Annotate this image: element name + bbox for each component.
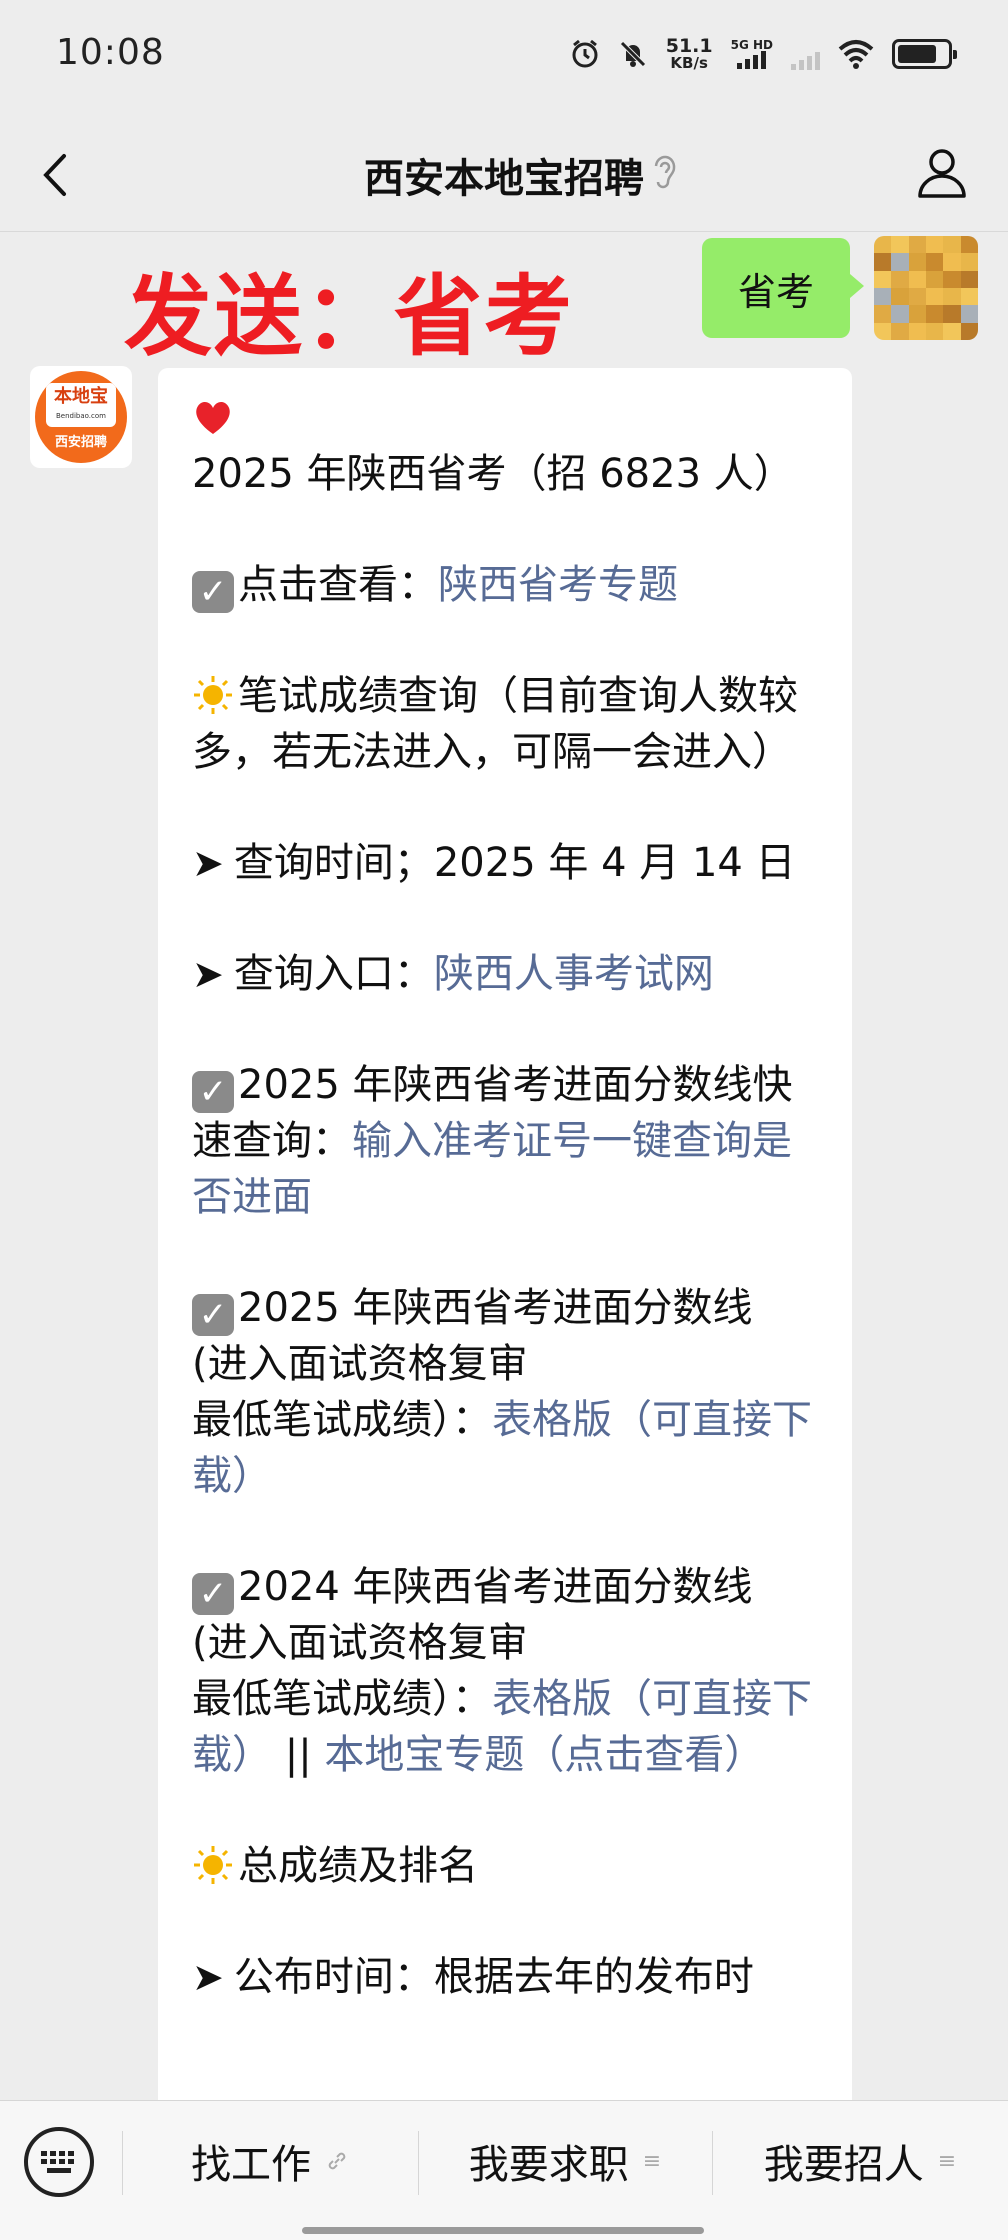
signal-bars-icon <box>737 51 767 69</box>
link-bendibao-topic[interactable]: 本地宝专题（点击查看） <box>324 1732 764 1778</box>
keyboard-toggle-button[interactable] <box>24 2127 94 2197</box>
status-time: 10:08 <box>56 32 165 73</box>
avatar-pixel <box>943 322 961 340</box>
checkbox-icon: ✓ <box>192 1071 234 1113</box>
avatar-pixel <box>926 270 944 288</box>
avatar-pixel <box>926 288 944 306</box>
menu-find-job[interactable]: 找工作 <box>122 2101 418 2221</box>
avatar-pixel <box>960 305 978 323</box>
message-para-2: ✓ 点击查看：陕西省考专题 <box>192 557 822 613</box>
chat-title: 西安本地宝招聘 <box>364 156 644 202</box>
avatar-pixel <box>908 270 926 288</box>
arrow-icon: ➤ <box>192 1955 224 1999</box>
sun-icon <box>194 1846 232 1884</box>
avatar-pixel <box>891 236 909 254</box>
battery-fill <box>898 45 937 63</box>
logo-text: 本地宝 <box>54 386 108 407</box>
signal-bars-secondary-icon <box>791 52 820 70</box>
menu-seek-job[interactable]: 我要求职 ≡ <box>418 2101 712 2221</box>
net-speed-unit: KB/s <box>670 54 708 72</box>
avatar-pixel <box>926 305 944 323</box>
avatar-pixel <box>943 288 961 306</box>
avatar-pixel <box>943 270 961 288</box>
received-message-bubble: 2025 年陕西省考（招 6823 人） ✓ 点击查看：陕西省考专题 笔试成绩查询… <box>158 368 852 2128</box>
avatar-pixel <box>943 253 961 271</box>
avatar-pixel <box>874 288 892 306</box>
red-heart-icon <box>196 402 230 434</box>
battery-icon <box>892 39 957 69</box>
menu-lines-icon: ≡ <box>937 2148 957 2174</box>
avatar-pixel <box>891 253 909 271</box>
avatar-pixel <box>960 322 978 340</box>
sun-icon <box>194 676 232 714</box>
status-bar: 10:08 51.1 KB/s 5G HD <box>0 0 1008 110</box>
message-para-4: ➤ 查询时间；2025 年 4 月 14 日 <box>192 840 796 886</box>
avatar-pixel <box>891 270 909 288</box>
bottom-menu-bar: 找工作 我要求职 ≡ 我要招人 ≡ <box>0 2100 1008 2240</box>
net-speed: 51.1 KB/s <box>666 37 713 71</box>
avatar-pixel <box>874 305 892 323</box>
bendibao-logo: 本地宝 Bendibao.com 西安招聘 <box>35 371 127 463</box>
avatar-pixel <box>891 322 909 340</box>
user-avatar[interactable] <box>874 236 978 340</box>
link-icon <box>328 2152 346 2170</box>
wifi-icon <box>838 40 874 69</box>
arrow-icon: ➤ <box>192 952 224 996</box>
link-shaanxi-exam-topic[interactable]: 陕西省考专题 <box>438 562 678 608</box>
menu-lines-icon: ≡ <box>642 2148 662 2174</box>
arrow-icon: ➤ <box>192 841 224 885</box>
checkbox-icon: ✓ <box>192 1573 234 1615</box>
status-icons: 51.1 KB/s 5G HD <box>570 34 957 74</box>
signal-strength: 5G HD <box>731 39 773 69</box>
message-para-1: 2025 年陕西省考（招 6823 人） <box>192 390 822 502</box>
avatar-pixel <box>874 253 892 271</box>
avatar-pixel <box>908 236 926 254</box>
message-para-7: ✓ 2025 年陕西省考进面分数线 (进入面试资格复审 最低笔试成绩）：表格版（可… <box>192 1285 812 1499</box>
sent-message-bubble[interactable]: 省考 <box>702 238 864 338</box>
avatar-pixel <box>908 288 926 306</box>
avatar-pixel <box>874 322 892 340</box>
message-para-5: ➤ 查询入口：陕西人事考试网 <box>192 951 714 997</box>
avatar-pixel <box>874 270 892 288</box>
checkbox-icon: ✓ <box>192 1294 234 1336</box>
profile-icon[interactable] <box>914 144 970 200</box>
avatar-pixel <box>960 288 978 306</box>
sent-message-text: 省考 <box>737 269 814 314</box>
avatar-pixel <box>926 236 944 254</box>
keyboard-icon <box>41 2151 74 2173</box>
logo-caption: 西安招聘 <box>54 435 107 450</box>
avatar-pixel <box>908 253 926 271</box>
alarm-icon <box>572 39 598 68</box>
logo-domain: Bendibao.com <box>55 412 106 420</box>
avatar-pixel <box>960 270 978 288</box>
avatar-pixel <box>874 236 892 254</box>
link-personnel-exam-site[interactable]: 陕西人事考试网 <box>434 951 714 997</box>
avatar-pixel <box>908 322 926 340</box>
message-para-10: ➤ 公布时间：根据去年的发布时 <box>192 1954 754 2000</box>
home-indicator[interactable] <box>302 2227 704 2234</box>
avatar-pixel <box>960 253 978 271</box>
avatar-pixel <box>926 322 944 340</box>
message-para-9: 总成绩及排名 <box>192 1838 822 1894</box>
promo-banner-text: 发送：省考 <box>124 265 575 368</box>
avatar-pixel <box>926 253 944 271</box>
nav-bar: 西安本地宝招聘 <box>0 110 1008 232</box>
message-para-6: ✓ 2025 年陕西省考进面分数线快速查询：输入准考证号一键查询是否进面 <box>192 1062 793 1220</box>
avatar-pixel <box>943 305 961 323</box>
menu-recruit[interactable]: 我要招人 ≡ <box>712 2101 1008 2221</box>
network-type: 5G HD <box>730 38 773 52</box>
official-account-avatar[interactable]: 本地宝 Bendibao.com 西安招聘 <box>30 366 132 468</box>
avatar-pixel <box>891 305 909 323</box>
avatar-pixel <box>960 236 978 254</box>
avatar-pixel <box>908 305 926 323</box>
avatar-pixel <box>943 236 961 254</box>
checkbox-icon: ✓ <box>192 571 234 613</box>
avatar-pixel <box>891 288 909 306</box>
message-para-3: 笔试成绩查询（目前查询人数较多，若无法进入，可隔一会进入） <box>192 673 798 775</box>
mute-bell-icon <box>619 41 646 67</box>
message-para-8: ✓ 2024 年陕西省考进面分数线 (进入面试资格复审 最低笔试成绩）：表格版（可… <box>192 1564 812 1778</box>
ear-icon <box>654 155 676 189</box>
